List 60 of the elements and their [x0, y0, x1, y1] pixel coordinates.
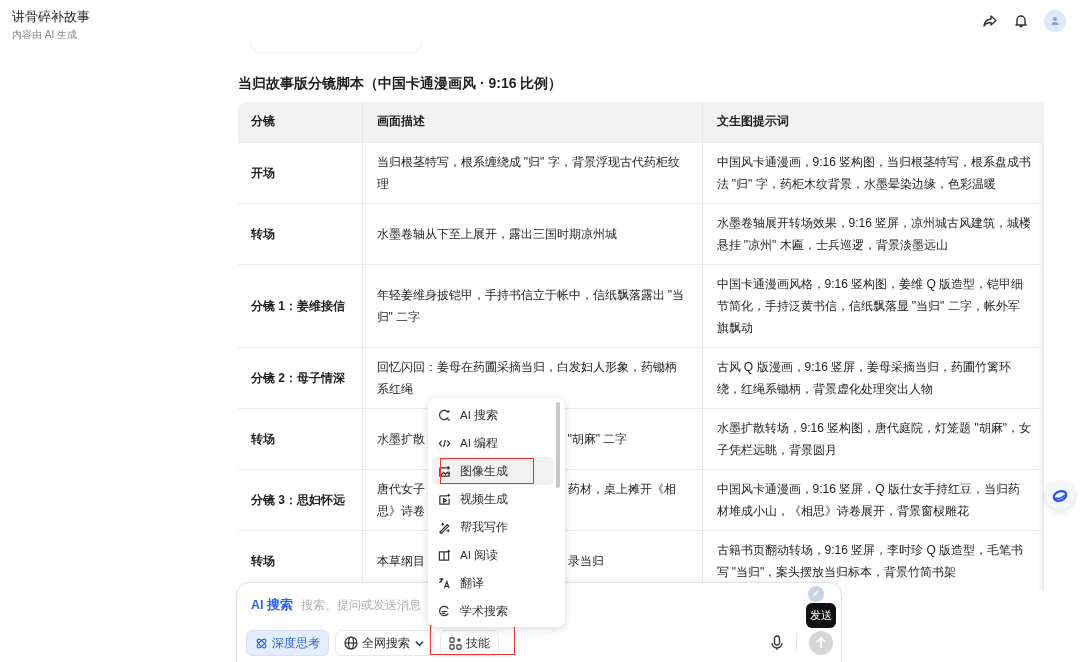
table-cell: 分镜 2：母子情深	[238, 347, 362, 408]
table-cell: 回忆闪回：姜母在药圃采摘当归，白发妇人形象，药锄柄系红绳	[376, 359, 677, 396]
skill-icon	[438, 492, 451, 506]
table-cell: 分镜 3：思妇怀远	[238, 469, 362, 530]
composer-chip[interactable]: 全网搜索	[335, 630, 434, 656]
cell-text: 唐代女子	[376, 480, 425, 498]
table-cell: 古风 Q 版漫画，9:16 竖屏，姜母采摘当归，药圃竹篱环绕，红绳系锄柄，背景虚化处理突出人物	[716, 359, 1012, 396]
composer-chip[interactable]: 深度思考	[246, 630, 329, 656]
cell-text: 录当归	[567, 552, 604, 570]
skill-icon	[438, 464, 451, 478]
table-cell: 当归根茎特写，根系缠绕成 "归" 字，背景浮现古代药柜纹理	[376, 154, 680, 191]
skill-menu-item[interactable]: 视频生成	[432, 485, 554, 513]
column-header: 文生图提示词	[702, 102, 1044, 142]
composer-chip[interactable]: 技能	[440, 630, 499, 656]
conversation-title: 讲骨碎补故事	[12, 8, 90, 26]
table-cell: 年轻姜维身披铠甲，手持书信立于帐中，信纸飘落露出 "当归" 二字	[376, 287, 685, 324]
table-cell: 转场	[238, 203, 362, 264]
mode-label[interactable]: AI 搜索	[251, 596, 293, 614]
section-title: 当归故事版分镜脚本（中国卡通漫画风 · 9:16 比例）	[238, 74, 564, 93]
table-cell: 水墨扩散转场，9:16 竖构图，唐代庭院，灯笼题 "胡麻"，女子凭栏远眺，背景圆月	[716, 420, 1032, 457]
apps-icon	[449, 636, 462, 650]
cell-text: 水墨扩散	[376, 430, 425, 448]
cell-text: 思》诗卷	[376, 502, 425, 520]
skill-icon	[438, 548, 451, 562]
cell-text: 本草纲目	[376, 552, 425, 570]
skill-menu-item[interactable]: 帮我写作	[432, 513, 554, 541]
atom-icon	[255, 636, 268, 650]
avatar-icon[interactable]	[1044, 10, 1066, 32]
scrollbar-thumb[interactable]	[556, 402, 560, 488]
table-cell: 水墨卷轴从下至上展开，露出三国时期凉州城	[376, 226, 617, 241]
skill-menu-item[interactable]: 图像生成	[432, 457, 554, 485]
share-icon[interactable]	[982, 13, 998, 29]
skill-menu-item[interactable]: AI 阅读	[432, 541, 554, 569]
skill-icon	[438, 408, 451, 422]
table-cell: 分镜 1：姜维接信	[238, 264, 362, 347]
skill-icon	[438, 604, 451, 618]
skill-menu-item[interactable]: AI 搜索	[432, 401, 554, 429]
quill-icon	[808, 586, 824, 602]
skill-menu-item[interactable]: 翻译	[432, 569, 554, 597]
globe-icon	[344, 636, 358, 650]
send-tooltip: 发送	[806, 603, 836, 628]
skill-icon	[438, 520, 451, 534]
table-cell: 中国风卡通漫画，9:16 竖屏，Q 版仕女手持红豆，当归药材堆成小山，《相思》诗卷展开，背景窗棂雕花	[716, 481, 1020, 518]
arrow-up-icon	[814, 636, 828, 650]
column-header: 分镜	[238, 102, 362, 142]
microphone-icon[interactable]	[770, 635, 784, 651]
skill-menu-item[interactable]: AI 编程	[432, 429, 554, 457]
table-cell: 中国卡通漫画风格，9:16 竖构图，姜维 Q 版造型，铠甲细节简化，手持泛黄书信，信纸飘落显 "当归" 二字，帐外军旗飘动	[716, 276, 1024, 335]
cell-text: 药材，桌上摊开《相	[567, 480, 676, 498]
cell-text: "胡麻" 二字	[567, 430, 628, 448]
skill-icon	[438, 576, 451, 590]
ai-disclaimer: 内容由 AI 生成	[12, 28, 78, 42]
table-cell: 古籍书页翻动转场，9:16 竖屏，李时珍 Q 版造型，毛笔书写 "当归"，案头摆放当归标本，背景竹简书架	[716, 542, 1024, 579]
table-cell: 转场	[238, 408, 362, 469]
table-cell: 中国风卡通漫画，9:16 竖构图，当归根茎特写，根系盘成书法 "归" 字，药柜木纹背景，水墨晕染边缘，色彩温暖	[716, 154, 1032, 191]
table-cell: 水墨卷轴展开转场效果，9:16 竖屏，凉州城古风建筑，城楼悬挂 "凉州" 木匾，士兵巡逻，背景淡墨远山	[716, 215, 1032, 252]
table-cell: 开场	[238, 142, 362, 203]
column-header: 画面描述	[362, 102, 702, 142]
assistant-float-icon[interactable]	[1046, 482, 1074, 510]
notification-bell-icon[interactable]	[1013, 13, 1029, 29]
